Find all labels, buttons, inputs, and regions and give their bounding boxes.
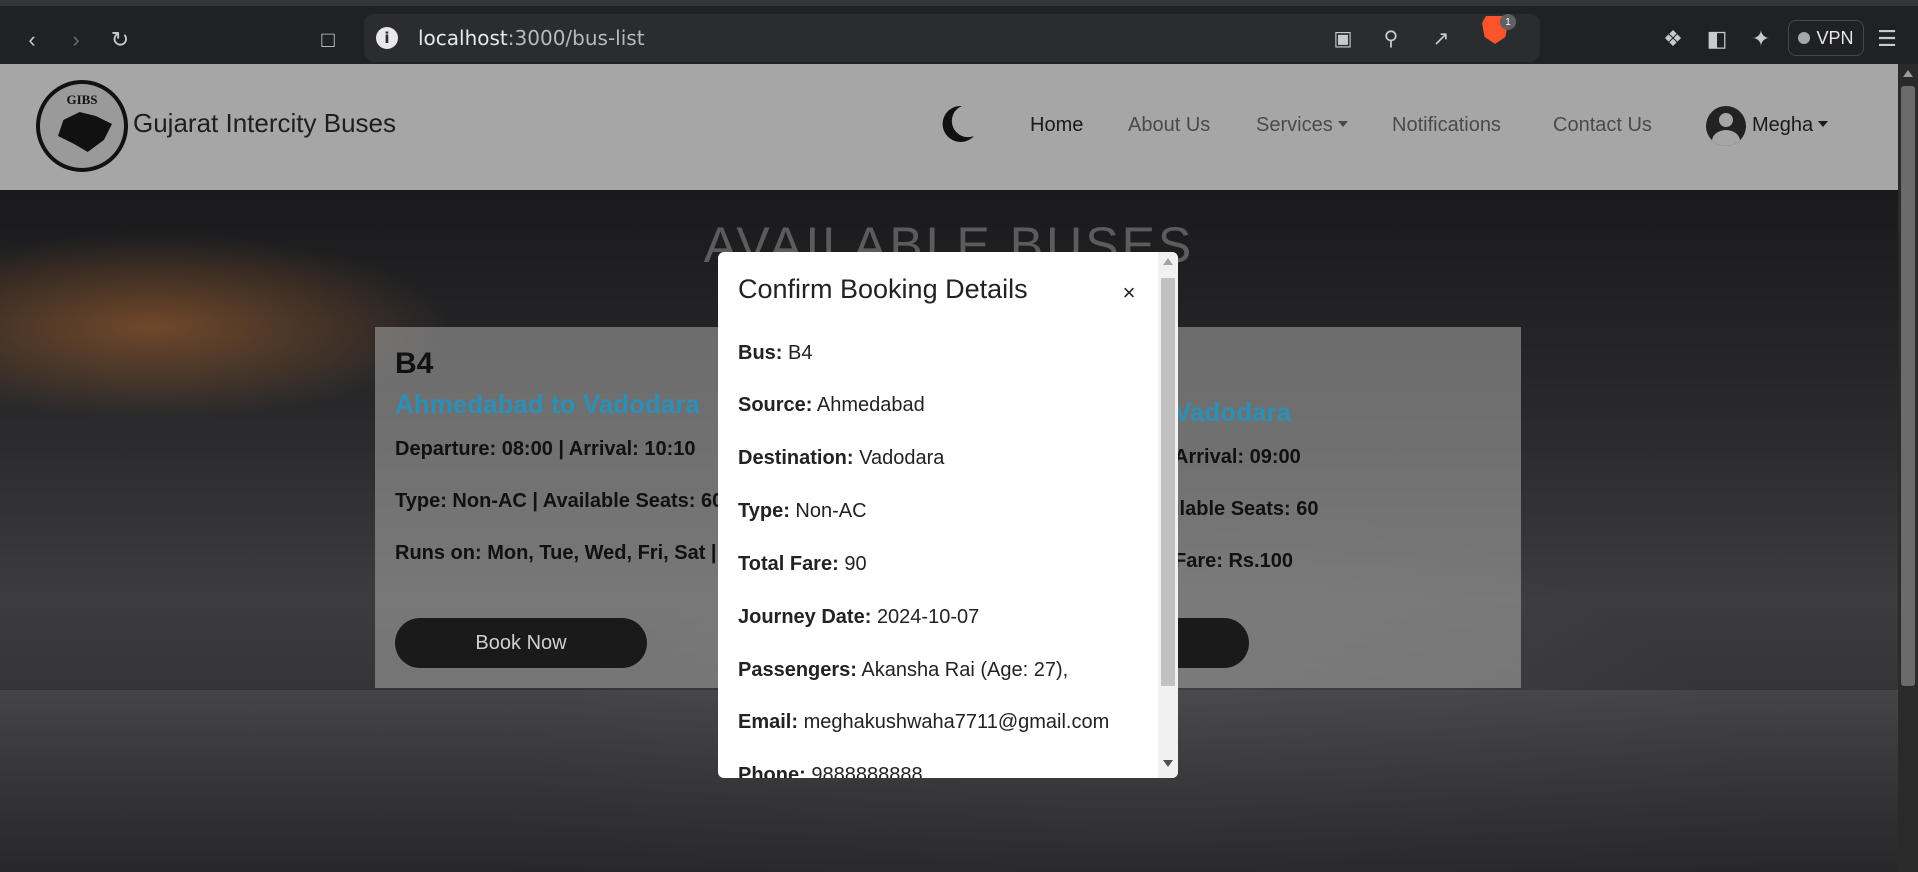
- scroll-up-icon[interactable]: [1163, 258, 1173, 265]
- address-bar[interactable]: i localhost:3000/bus-list ▣ ⚲ ↗: [364, 14, 1540, 62]
- detail-bus: Bus: B4: [738, 342, 813, 364]
- scroll-down-icon[interactable]: [1163, 760, 1173, 767]
- back-icon[interactable]: ‹: [14, 22, 50, 58]
- bus-runs-on: Runs on: Mon, Tue, Wed, Fri, Sat | F: [395, 542, 735, 564]
- dark-mode-toggle-icon[interactable]: [940, 104, 976, 144]
- modal-title: Confirm Booking Details: [738, 274, 1028, 304]
- install-app-icon[interactable]: ▣: [1330, 25, 1356, 51]
- forward-icon[interactable]: ›: [58, 22, 94, 58]
- sidebar-icon[interactable]: ◧: [1702, 24, 1732, 54]
- scroll-thumb[interactable]: [1161, 278, 1175, 686]
- bus-fare-right: Fare: Rs.100: [1174, 550, 1293, 572]
- bus-type-seats: Type: Non-AC | Available Seats: 60: [395, 490, 724, 512]
- page-scroll-up-icon[interactable]: [1903, 70, 1913, 77]
- bus-name: B4: [395, 347, 434, 380]
- reload-icon[interactable]: ↻: [102, 22, 138, 58]
- detail-email: Email: meghakushwaha7711@gmail.com: [738, 711, 1110, 733]
- bus-times: Departure: 08:00 | Arrival: 10:10: [395, 438, 696, 460]
- book-now-button[interactable]: Book Now: [395, 618, 647, 668]
- leo-ai-icon[interactable]: ✦: [1746, 24, 1776, 54]
- modal-scrollbar[interactable]: [1158, 252, 1178, 778]
- zoom-icon[interactable]: ⚲: [1378, 25, 1404, 51]
- nav-contact-us[interactable]: Contact Us: [1553, 114, 1652, 137]
- bus-times-right: Arrival: 09:00: [1174, 446, 1301, 468]
- shields-count-badge: 1: [1500, 14, 1516, 30]
- detail-phone: Phone: 9888888888: [738, 764, 923, 778]
- bus-card-right: Vadodara Arrival: 09:00 ilable Seats: 60…: [1174, 397, 1319, 573]
- url-text[interactable]: localhost:3000/bus-list: [418, 26, 645, 50]
- detail-total-fare: Total Fare: 90: [738, 553, 867, 575]
- nav-about-us[interactable]: About Us: [1128, 114, 1210, 137]
- extensions-icon[interactable]: ❖: [1658, 24, 1688, 54]
- nav-services-dropdown[interactable]: Services: [1256, 114, 1348, 137]
- confirm-booking-modal: Confirm Booking Details × Bus: B4 Source…: [718, 252, 1178, 778]
- detail-type: Type: Non-AC: [738, 500, 867, 522]
- vpn-status-icon: [1798, 32, 1811, 44]
- detail-source: Source: Ahmedabad: [738, 394, 925, 416]
- vpn-button[interactable]: VPN: [1788, 20, 1864, 56]
- browser-toolbar: ‹ › ↻ □ i localhost:3000/bus-list ▣ ⚲ ↗ …: [0, 0, 1918, 64]
- detail-journey-date: Journey Date: 2024-10-07: [738, 606, 980, 628]
- close-icon[interactable]: ×: [1118, 280, 1140, 305]
- detail-passengers: Passengers: Akansha Rai (Age: 27),: [738, 659, 1069, 681]
- brand-name[interactable]: Gujarat Intercity Buses: [133, 108, 396, 139]
- nav-home[interactable]: Home: [1030, 114, 1083, 137]
- menu-icon[interactable]: ☰: [1872, 24, 1902, 54]
- bookmark-icon[interactable]: □: [310, 22, 346, 58]
- page-scrollbar[interactable]: [1898, 64, 1918, 872]
- page-content: AVAILABLE BUSES GIBS Gujarat Intercity B…: [0, 64, 1898, 872]
- page-scroll-thumb[interactable]: [1901, 86, 1915, 686]
- bus-route-right: Vadodara: [1174, 397, 1292, 427]
- bus-type-seats-right: ilable Seats: 60: [1174, 498, 1319, 520]
- site-navbar: GIBS Gujarat Intercity Buses Home About …: [0, 64, 1898, 190]
- nav-notifications[interactable]: Notifications: [1392, 114, 1501, 137]
- gibs-logo[interactable]: GIBS: [36, 80, 128, 172]
- gujarat-map-icon: [58, 112, 112, 152]
- detail-destination: Destination: Vadodara: [738, 447, 945, 469]
- user-menu-dropdown[interactable]: Megha: [1752, 114, 1828, 137]
- user-avatar-icon[interactable]: [1706, 106, 1746, 146]
- bus-card-left: B4 Ahmedabad to Vadodara Departure: 08:0…: [395, 347, 734, 565]
- bus-route: Ahmedabad to Vadodara: [395, 389, 700, 419]
- share-icon[interactable]: ↗: [1428, 25, 1454, 51]
- site-info-icon[interactable]: i: [376, 27, 398, 49]
